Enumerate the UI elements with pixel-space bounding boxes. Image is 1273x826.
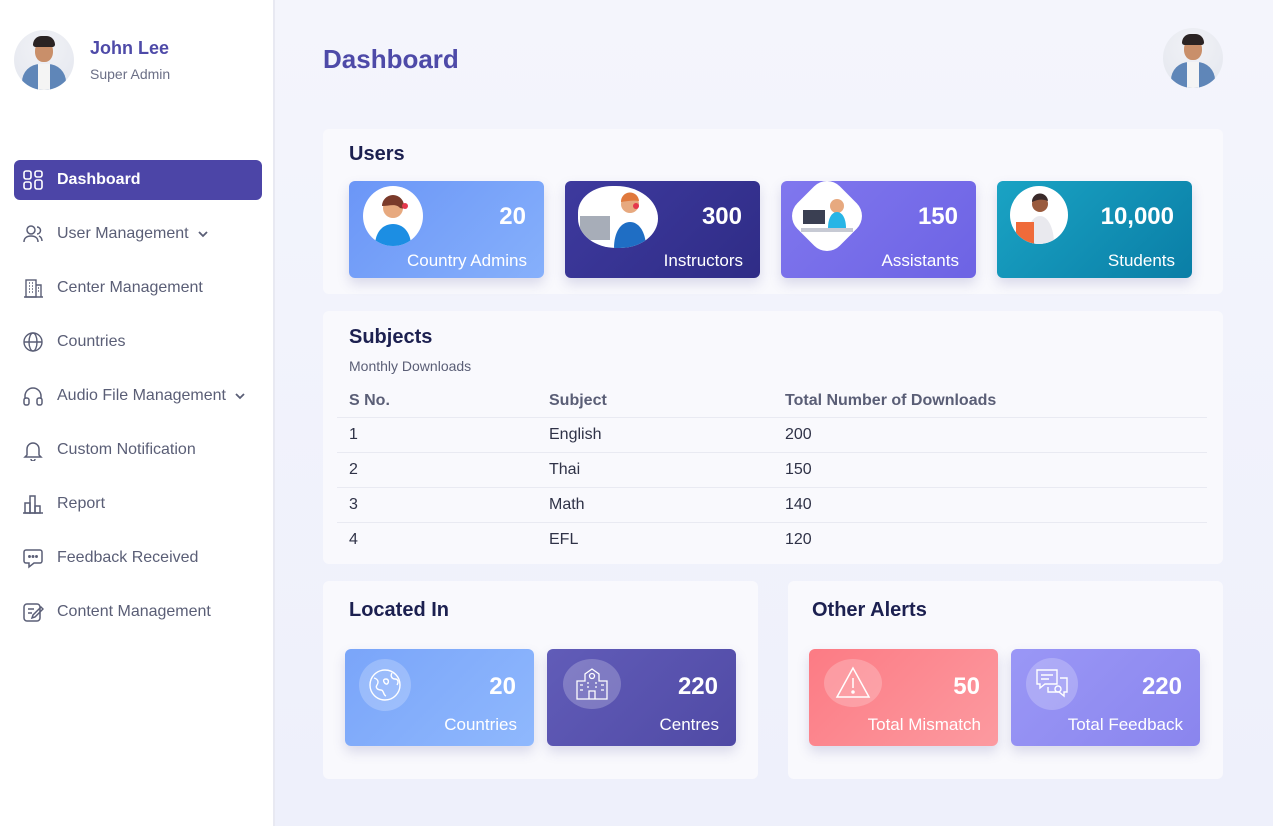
total-feedback-card[interactable]: 220 Total Feedback [1011, 649, 1200, 746]
students-card[interactable]: 10,000 Students [997, 181, 1192, 278]
instructors-card[interactable]: 300 Instructors [565, 181, 760, 278]
building-icon [22, 277, 44, 299]
country-admins-value: 20 [499, 203, 526, 230]
countries-label: Countries [444, 715, 517, 734]
table-cell: 140 [773, 487, 1207, 523]
table-cell: 2 [337, 452, 537, 488]
total-feedback-value: 220 [1141, 673, 1182, 700]
country-admins-label: Country Admins [407, 251, 527, 270]
page-title: Dashboard [323, 44, 459, 74]
sidebar-item-audio-file-management[interactable]: Audio File Management [14, 376, 262, 416]
sidebar-item-countries[interactable]: Countries [14, 322, 262, 362]
sidebar-item-feedback-received[interactable]: Feedback Received [14, 538, 262, 578]
table-cell: English [537, 417, 773, 453]
bar-chart-icon [22, 493, 44, 515]
warning-icon [824, 659, 882, 707]
table-row: 3 Math 140 [337, 487, 1207, 523]
chat-bubble-icon [22, 547, 44, 569]
column-header: Total Number of Downloads [773, 385, 1207, 418]
located-in-title: Located In [349, 599, 450, 621]
sidebar-item-label: Custom Notification [57, 441, 196, 458]
user-profile[interactable]: John Lee Super Admin [14, 30, 170, 90]
feedback-icon [1026, 658, 1078, 710]
table-cell: 4 [349, 530, 358, 548]
countries-value: 20 [489, 673, 516, 700]
sidebar-item-label: Audio File Management [57, 387, 226, 404]
table-cell: Math [537, 487, 773, 523]
sidebar: John Lee Super Admin Dashboard User Mana… [0, 0, 275, 826]
country-admins-card[interactable]: 20 Country Admins [349, 181, 544, 278]
sidebar-nav: Dashboard User Management Center Managem… [14, 160, 262, 646]
students-value: 10,000 [1100, 203, 1174, 230]
total-mismatch-value: 50 [953, 673, 980, 700]
column-header: S No. [337, 385, 537, 418]
bell-icon [22, 439, 44, 461]
country-admin-illustration [363, 186, 423, 246]
assistants-value: 150 [917, 203, 958, 230]
centres-card[interactable]: 220 Centres [547, 649, 736, 746]
sidebar-item-label: Report [57, 495, 106, 512]
earth-icon [359, 659, 411, 711]
other-alerts-title: Other Alerts [812, 599, 927, 621]
subjects-table: S No. Subject Total Number of Downloads … [337, 385, 1207, 557]
countries-card[interactable]: 20 Countries [345, 649, 534, 746]
assistants-card[interactable]: 150 Assistants [781, 181, 976, 278]
table-cell: 200 [773, 417, 1207, 453]
table-row: 2 Thai 150 [337, 452, 1207, 488]
table-cell: EFL [549, 530, 579, 548]
centres-value: 220 [677, 673, 718, 700]
sidebar-item-report[interactable]: Report [14, 484, 262, 524]
table-cell: 3 [337, 487, 537, 523]
table-row: 4 EFL 120 [337, 522, 1207, 557]
total-mismatch-card[interactable]: 50 Total Mismatch [809, 649, 998, 746]
globe-icon [22, 331, 44, 353]
edit-icon [22, 601, 44, 623]
sidebar-item-user-management[interactable]: User Management [14, 214, 262, 254]
header-avatar[interactable] [1163, 28, 1223, 88]
sidebar-item-center-management[interactable]: Center Management [14, 268, 262, 308]
total-mismatch-label: Total Mismatch [867, 715, 981, 734]
student-illustration [1010, 186, 1068, 244]
sidebar-item-content-management[interactable]: Content Management [14, 592, 262, 632]
school-building-icon [563, 659, 621, 709]
centres-label: Centres [659, 715, 719, 734]
users-icon [22, 223, 44, 245]
grid-icon [22, 169, 44, 191]
students-label: Students [1107, 251, 1175, 270]
table-cell: 1 [337, 417, 537, 453]
table-header-row: S No. Subject Total Number of Downloads [337, 385, 1207, 418]
users-title: Users [349, 143, 405, 165]
chevron-down-icon[interactable] [234, 390, 246, 402]
table-row: 1 English 200 [337, 417, 1207, 453]
sidebar-item-label: Content Management [57, 603, 211, 620]
table-cell: Thai [537, 452, 773, 488]
subjects-subtitle: Monthly Downloads [349, 358, 472, 374]
headphones-icon [22, 385, 44, 407]
instructors-label: Instructors [663, 251, 743, 270]
sidebar-item-label: Dashboard [57, 171, 141, 188]
instructor-illustration [578, 186, 658, 248]
assistants-label: Assistants [881, 251, 959, 270]
sidebar-item-label: User Management [57, 225, 189, 242]
instructors-value: 300 [701, 203, 742, 230]
avatar [14, 30, 74, 90]
sidebar-item-label: Countries [57, 333, 126, 350]
sidebar-item-dashboard[interactable]: Dashboard [14, 160, 262, 200]
total-feedback-label: Total Feedback [1067, 715, 1183, 734]
column-header: Subject [537, 385, 773, 418]
table-cell: 150 [773, 452, 1207, 488]
table-cell: 120 [785, 530, 812, 548]
chevron-down-icon[interactable] [197, 228, 209, 240]
sidebar-item-label: Feedback Received [57, 549, 199, 566]
user-role: Super Admin [90, 66, 171, 82]
sidebar-item-label: Center Management [57, 279, 203, 296]
user-name: John Lee [90, 38, 170, 58]
sidebar-item-custom-notification[interactable]: Custom Notification [14, 430, 262, 470]
assistant-illustration [784, 181, 870, 259]
subjects-title: Subjects [349, 326, 433, 348]
